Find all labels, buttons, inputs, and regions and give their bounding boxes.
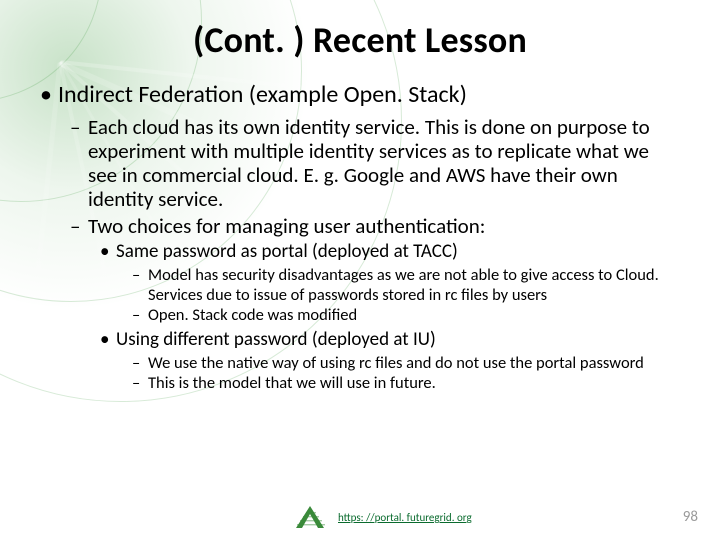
bullet-dash-icon [132,306,148,325]
slide-body: Indirect Federation (example Open. Stack… [0,62,720,394]
bullet-level-4: We use the native way of using rc files … [132,354,680,373]
page-number: 98 [683,508,698,526]
bullet-level-4: Open. Stack code was modified [132,306,680,325]
bullet-dot-icon [100,241,116,263]
bullet-text: Using different password (deployed at IU… [116,329,436,351]
bullet-text: Each cloud has its own identity service.… [88,115,680,212]
futuregrid-logo-icon [294,504,328,530]
bullet-dash-icon [70,115,88,212]
bullet-dash-icon [132,266,148,305]
bullet-level-2: Each cloud has its own identity service.… [70,115,680,212]
bullet-text: Open. Stack code was modified [148,306,357,325]
bullet-text: We use the native way of using rc files … [148,354,644,373]
bullet-level-4: Model has security disadvantages as we a… [132,266,680,305]
bullet-level-2: Two choices for managing user authentica… [70,214,680,238]
bullet-text: This is the model that we will use in fu… [148,374,436,393]
slide-title: (Cont. ) Recent Lesson [0,0,720,62]
bullet-text: Same password as portal (deployed at TAC… [116,241,458,263]
bullet-text: Two choices for managing user authentica… [88,214,485,238]
portal-link[interactable]: https: //portal. futuregrid. org [338,511,472,524]
bullet-text: Indirect Federation (example Open. Stack… [58,80,467,109]
bullet-dot-icon [100,329,116,351]
slide-footer: https: //portal. futuregrid. org 98 [0,502,720,530]
bullet-level-3: Same password as portal (deployed at TAC… [100,241,680,263]
bullet-level-4: This is the model that we will use in fu… [132,374,680,393]
bullet-dash-icon [70,214,88,238]
bullet-dash-icon [132,354,148,373]
bullet-level-1: Indirect Federation (example Open. Stack… [40,80,680,109]
bullet-level-3: Using different password (deployed at IU… [100,329,680,351]
bullet-dot-icon [40,80,58,109]
bullet-dash-icon [132,374,148,393]
slide: (Cont. ) Recent Lesson Indirect Federati… [0,0,720,540]
bullet-text: Model has security disadvantages as we a… [148,266,680,305]
